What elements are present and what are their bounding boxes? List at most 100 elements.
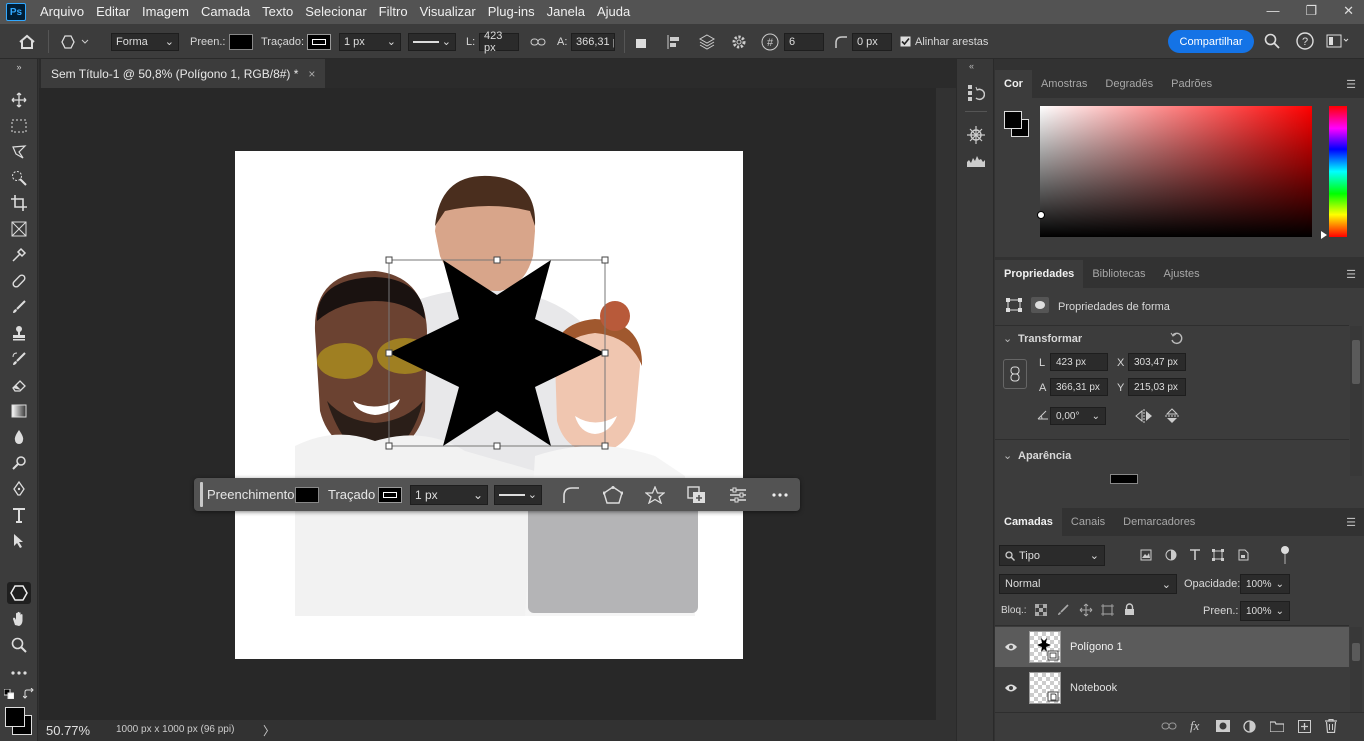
lock-artboard-icon[interactable] [1101, 604, 1114, 619]
type-tool-icon[interactable] [7, 504, 31, 526]
tab-ajustes[interactable]: Ajustes [1155, 260, 1209, 288]
appearance-section-title[interactable]: Aparência [1018, 450, 1071, 462]
search-icon[interactable] [1264, 33, 1280, 52]
color-saturation-field[interactable] [1040, 106, 1312, 237]
star-ratio-icon[interactable] [645, 478, 665, 511]
lock-image-pixels-icon[interactable] [1057, 604, 1069, 619]
appearance-fill-swatch[interactable] [1110, 474, 1138, 484]
history-brush-tool-icon[interactable] [7, 348, 31, 370]
hue-slider[interactable] [1329, 106, 1347, 237]
tab-camadas[interactable]: Camadas [995, 508, 1062, 536]
tab-degrades[interactable]: Degradês [1096, 70, 1162, 98]
corner-radius-icon[interactable] [562, 478, 580, 511]
new-group-icon[interactable] [1269, 721, 1285, 735]
properties-scrollbar[interactable] [1350, 326, 1362, 476]
brush-tool-icon[interactable] [7, 296, 31, 318]
path-operations-icon[interactable] [634, 24, 648, 59]
rotation-angle-field[interactable]: 0,00° ⌄ [1050, 407, 1106, 425]
color-picker-cursor[interactable] [1037, 211, 1045, 219]
new-layer-icon[interactable] [1298, 720, 1311, 736]
flip-horizontal-icon[interactable] [1135, 409, 1153, 426]
panel-menu-icon[interactable]: ☰ [1346, 268, 1356, 281]
eraser-tool-icon[interactable] [7, 374, 31, 396]
path-alignment-icon[interactable] [666, 24, 682, 59]
foreground-color-swatch[interactable] [5, 707, 25, 727]
more-options-icon[interactable] [772, 478, 788, 511]
path-operations-icon[interactable] [687, 478, 707, 511]
opacity-field[interactable]: 100% ⌄ [1240, 574, 1290, 594]
status-menu-arrow-icon[interactable]: 〉 [263, 722, 275, 739]
polygon-tool-preset-icon[interactable] [60, 24, 90, 59]
zoom-tool-icon[interactable] [7, 634, 31, 656]
layer-row-polygon[interactable]: Polígono 1 [995, 627, 1349, 667]
expand-panels-icon[interactable]: « [969, 61, 974, 71]
layer-name[interactable]: Polígono 1 [1070, 641, 1123, 653]
smart-object-filter-icon[interactable] [1237, 549, 1249, 564]
panel-menu-icon[interactable]: ☰ [1346, 78, 1356, 91]
panel-menu-icon[interactable]: ☰ [1346, 516, 1356, 529]
menu-plugins[interactable]: Plug-ins [482, 0, 541, 24]
tab-bibliotecas[interactable]: Bibliotecas [1083, 260, 1154, 288]
width-field[interactable]: 423 px [479, 30, 519, 54]
menu-camada[interactable]: Camada [195, 0, 256, 24]
layer-name[interactable]: Notebook [1070, 682, 1117, 694]
drag-handle[interactable] [200, 482, 203, 507]
gear-icon[interactable] [731, 24, 747, 59]
zoom-level[interactable]: 50.77% [46, 723, 90, 738]
blur-tool-icon[interactable] [7, 426, 31, 448]
polygon-sides-icon[interactable] [603, 478, 623, 511]
move-tool-icon[interactable] [7, 89, 31, 111]
layer-row-notebook[interactable]: Notebook [995, 668, 1349, 708]
hand-tool-icon[interactable] [7, 608, 31, 630]
tab-propriedades[interactable]: Propriedades [995, 260, 1084, 288]
document-tab[interactable]: Sem Título-1 @ 50,8% (Polígono 1, RGB/8#… [41, 59, 326, 88]
frame-tool-icon[interactable] [7, 218, 31, 240]
healing-brush-tool-icon[interactable] [7, 270, 31, 292]
add-mask-icon[interactable] [1216, 720, 1230, 735]
flip-vertical-icon[interactable] [1165, 408, 1179, 427]
menu-janela[interactable]: Janela [541, 0, 591, 24]
tab-demarcadores[interactable]: Demarcadores [1114, 508, 1204, 536]
more-tools-icon[interactable] [7, 662, 31, 684]
reset-transform-icon[interactable] [1170, 331, 1184, 348]
hue-slider-marker[interactable] [1321, 231, 1327, 239]
link-dimensions-icon[interactable] [530, 24, 546, 59]
new-adjustment-layer-icon[interactable] [1243, 720, 1256, 736]
tab-padroes[interactable]: Padrões [1162, 70, 1221, 98]
adjustment-layer-filter-icon[interactable] [1165, 549, 1177, 564]
type-layer-filter-icon[interactable] [1189, 548, 1201, 564]
layer-effects-icon[interactable]: fx [1190, 718, 1199, 734]
menu-selecionar[interactable]: Selecionar [299, 0, 372, 24]
clone-stamp-tool-icon[interactable] [7, 322, 31, 344]
lasso-tool-icon[interactable] [7, 141, 31, 163]
quick-selection-tool-icon[interactable] [7, 167, 31, 189]
default-colors-icon[interactable] [3, 688, 15, 702]
histogram-panel-icon[interactable] [966, 154, 986, 171]
eyedropper-tool-icon[interactable] [7, 244, 31, 266]
tab-cor[interactable]: Cor [995, 70, 1032, 98]
layer-filter-select[interactable]: Tipo ⌄ [999, 545, 1105, 566]
link-layers-icon[interactable] [1161, 721, 1177, 734]
vertical-scrollbar[interactable] [936, 88, 954, 720]
compass-panel-icon[interactable] [966, 125, 986, 148]
history-panel-icon[interactable] [967, 84, 986, 105]
minimize-button[interactable]: — [1266, 0, 1279, 22]
stroke-width-field[interactable]: 1 px ⌄ [339, 32, 401, 51]
context-fill-swatch[interactable] [295, 486, 319, 503]
layer-fill-field[interactable]: 100% ⌄ [1240, 601, 1290, 621]
fill-swatch[interactable] [229, 33, 253, 50]
property-x-field[interactable]: 303,47 px [1128, 353, 1186, 371]
gradient-tool-icon[interactable] [7, 400, 31, 422]
property-width-field[interactable]: 423 px [1050, 353, 1108, 371]
home-icon[interactable] [18, 24, 36, 59]
dodge-tool-icon[interactable] [7, 452, 31, 474]
blend-mode-select[interactable]: Normal ⌄ [999, 574, 1177, 594]
visibility-eye-icon[interactable] [1004, 642, 1018, 655]
property-height-field[interactable]: 366,31 px [1050, 378, 1108, 396]
menu-visualizar[interactable]: Visualizar [414, 0, 482, 24]
visibility-eye-icon[interactable] [1004, 683, 1018, 696]
close-window-button[interactable]: ✕ [1343, 0, 1354, 22]
layers-scrollbar[interactable] [1350, 627, 1362, 712]
tab-canais[interactable]: Canais [1062, 508, 1114, 536]
link-dimensions-toggle[interactable] [1003, 359, 1027, 389]
